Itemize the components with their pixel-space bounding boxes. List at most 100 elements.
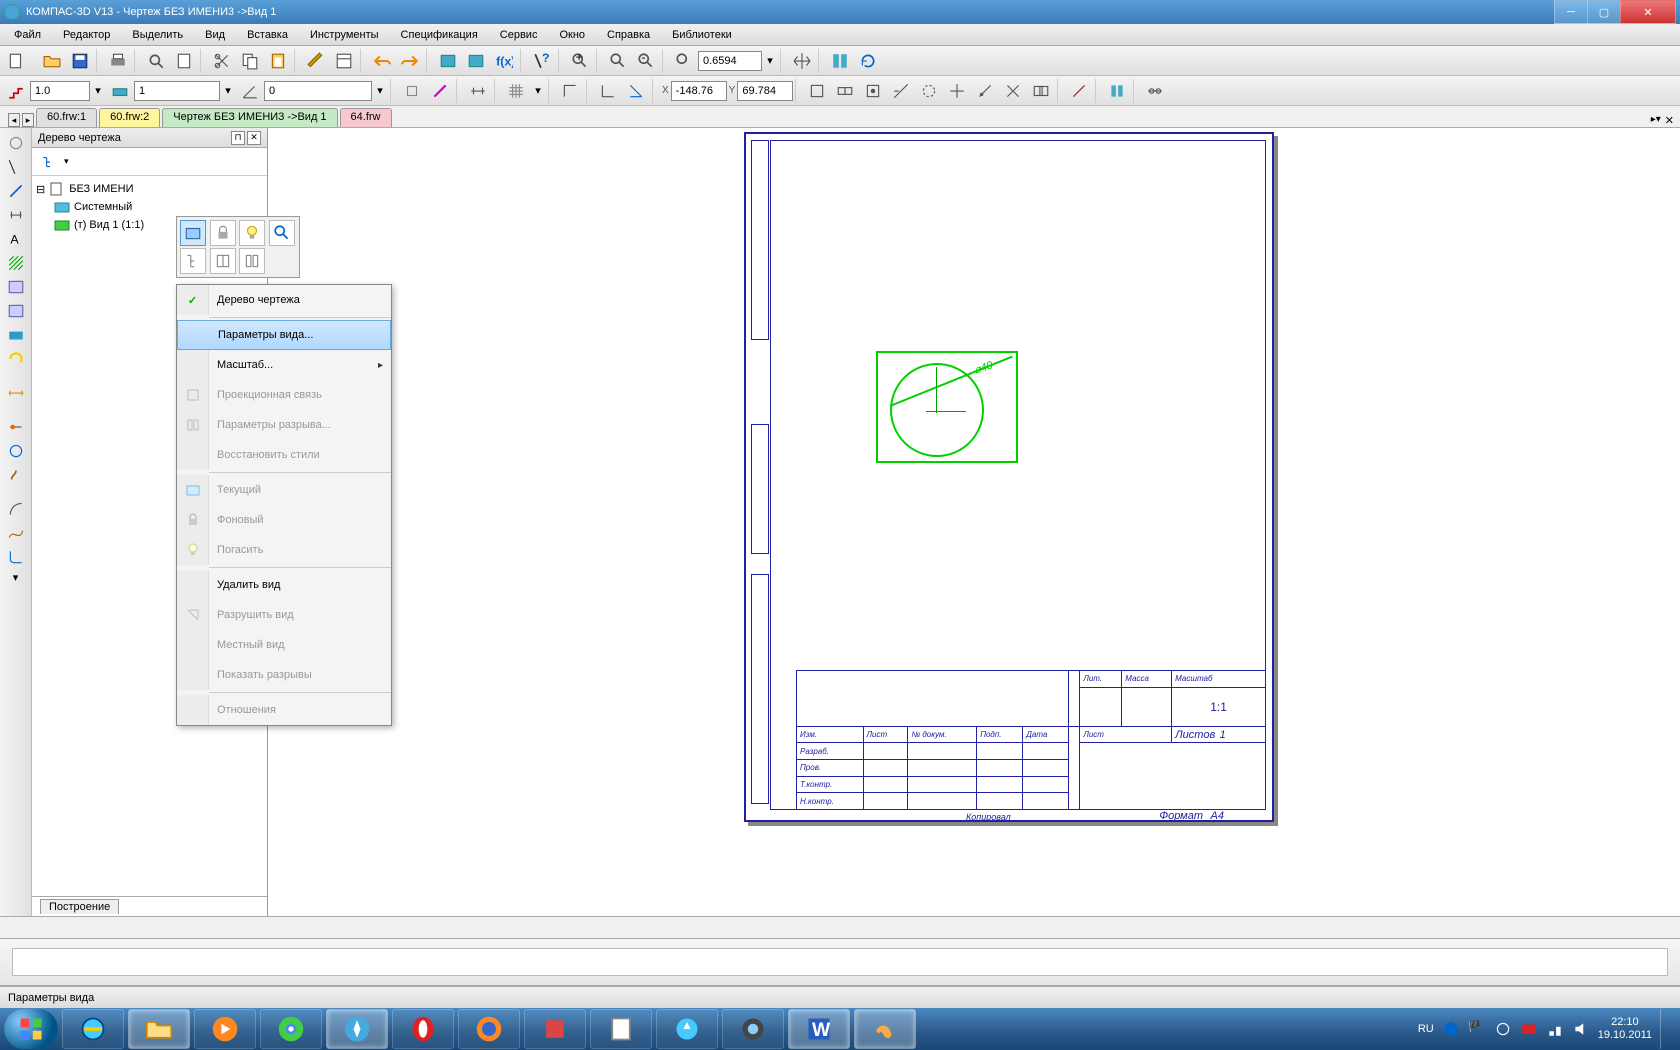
lt-point-icon[interactable] [3,156,29,178]
lt-more-icon[interactable]: ▾ [9,570,23,584]
zoom-fit-button[interactable] [605,48,631,74]
palette-bulb-icon[interactable] [239,220,265,246]
tray-ati-icon[interactable] [1520,1020,1538,1038]
palette-normal-icon[interactable] [180,220,206,246]
cm-destroy-view[interactable]: Разрушить вид [177,600,391,630]
pan-button[interactable] [789,48,815,74]
edit9-button[interactable] [1028,78,1054,104]
task-app2[interactable] [656,1009,718,1049]
ortho1-button[interactable] [557,78,583,104]
lt-hatch-icon[interactable] [3,252,29,274]
step-dropdown[interactable]: ▾ [91,78,105,104]
doc-tab-1[interactable]: 60.frw:1 [36,108,97,127]
doc-tab-3[interactable]: Чертеж БЕЗ ИМЕНИ3 ->Вид 1 [162,108,337,127]
lt-table2-icon[interactable] [3,300,29,322]
close-button[interactable]: ✕ [1620,0,1676,24]
brush-button[interactable] [303,48,329,74]
zoom-in-button[interactable]: + [567,48,593,74]
tree-pin-button[interactable]: ⊓ [231,131,245,145]
cm-show-breaks[interactable]: Показать разрывы [177,660,391,690]
lt-param1-icon[interactable] [3,416,29,438]
drawing-canvas[interactable]: ⌀40 Лит.МассаМасштаб 1:1 Изм.Лист№ докум… [268,128,1680,916]
step-input[interactable] [30,81,90,101]
tree-footer-tab[interactable]: Построение [40,899,119,914]
menu-service[interactable]: Сервис [490,27,548,43]
lt-param2-icon[interactable] [3,440,29,462]
new-button[interactable] [3,48,29,74]
tray-network-icon[interactable] [1546,1020,1564,1038]
task-kompas[interactable] [326,1009,388,1049]
cm-hide[interactable]: Погасить [177,535,391,565]
tree-expand-icon[interactable]: ⊟ [36,183,45,196]
cm-break-params[interactable]: Параметры разрыва... [177,410,391,440]
tree-node-system[interactable]: Системный [36,198,263,216]
tray-volume-icon[interactable] [1572,1020,1590,1038]
page-button[interactable] [171,48,197,74]
rebuild-button[interactable] [827,48,853,74]
angle-dropdown[interactable]: ▾ [373,78,387,104]
menu-file[interactable]: Файл [4,27,51,43]
tray-sync-icon[interactable] [1494,1020,1512,1038]
palette-columns-icon[interactable] [239,248,265,274]
palette-lock-icon[interactable] [210,220,236,246]
menu-select[interactable]: Выделить [122,27,193,43]
tab-next[interactable]: ▸ [22,113,34,127]
edit7-button[interactable] [972,78,998,104]
tab-prev[interactable]: ◂ [8,113,20,127]
lt-layer-icon[interactable] [3,324,29,346]
menu-spec[interactable]: Спецификация [391,27,488,43]
task-ie[interactable] [62,1009,124,1049]
tab-menu-icon[interactable]: ▸▾ [1651,114,1661,127]
task-firefox[interactable] [458,1009,520,1049]
cm-view-params[interactable]: Параметры вида... [177,320,391,350]
menu-edit[interactable]: Редактор [53,27,120,43]
tree-close-button[interactable]: ✕ [247,131,261,145]
edit11-button[interactable] [1104,78,1130,104]
zoom-prev-button[interactable] [671,48,697,74]
fx-button[interactable]: f(x) [491,48,517,74]
lt-fillet-icon[interactable] [3,546,29,568]
edit2-button[interactable] [832,78,858,104]
edit10-button[interactable] [1066,78,1092,104]
palette-zoom-icon[interactable] [269,220,295,246]
lt-dim-icon[interactable] [3,204,29,226]
task-app3[interactable] [722,1009,784,1049]
cm-tree[interactable]: ✓Дерево чертежа [177,285,391,315]
doc-tab-4[interactable]: 64.frw [340,108,392,127]
palette-grid-icon[interactable] [210,248,236,274]
task-paint[interactable] [854,1009,916,1049]
lt-measure-icon[interactable] [3,382,29,404]
ortho2-button[interactable] [595,78,621,104]
task-notepad[interactable] [590,1009,652,1049]
cm-scale[interactable]: Масштаб... [177,350,391,380]
copy-button[interactable] [237,48,263,74]
layer-icon[interactable] [107,78,133,104]
task-app1[interactable] [524,1009,586,1049]
angle-input[interactable] [264,81,372,101]
step-icon[interactable] [3,78,29,104]
cm-relations[interactable]: Отношения [177,695,391,725]
paste-button[interactable] [265,48,291,74]
start-button[interactable] [4,1009,58,1049]
layer-dropdown[interactable]: ▾ [221,78,235,104]
cm-projection[interactable]: Проекционная связь [177,380,391,410]
task-explorer[interactable] [128,1009,190,1049]
tree-mode-button[interactable] [37,149,63,175]
save-button[interactable] [67,48,93,74]
minimize-button[interactable]: ─ [1554,0,1588,24]
preview-button[interactable] [143,48,169,74]
help-button[interactable]: ? [529,48,555,74]
lt-line-icon[interactable] [3,180,29,202]
tray-clock[interactable]: 22:10 19.10.2011 [1598,1016,1652,1042]
tree-mode-dropdown[interactable]: ▾ [64,156,69,167]
tray-software-icon[interactable] [1442,1020,1460,1038]
maximize-button[interactable]: ▢ [1587,0,1621,24]
x-input[interactable] [671,81,727,101]
cm-delete-view[interactable]: Удалить вид [177,570,391,600]
edit1-button[interactable] [804,78,830,104]
tray-flag-icon[interactable]: 🏴 [1468,1020,1486,1038]
menu-window[interactable]: Окно [549,27,595,43]
palette-tree-icon[interactable] [180,248,206,274]
lt-arc-icon[interactable] [3,498,29,520]
lang-indicator[interactable]: RU [1418,1023,1434,1035]
